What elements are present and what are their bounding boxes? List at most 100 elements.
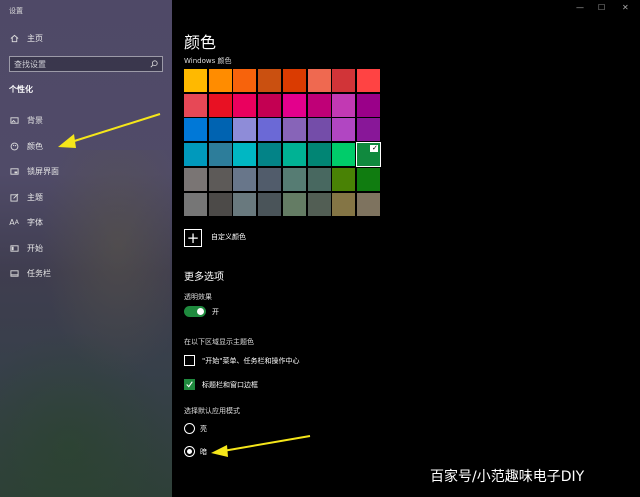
- start-taskbar-label[interactable]: "开始"菜单、任务栏和操作中心: [202, 356, 299, 366]
- color-swatch[interactable]: [282, 143, 306, 167]
- color-swatch[interactable]: [184, 69, 207, 92]
- sidebar-item-colors[interactable]: 颜色: [9, 141, 43, 152]
- watermark: 百家号/小范趣味电子DIY: [430, 469, 585, 485]
- color-swatch[interactable]: [307, 192, 331, 216]
- color-swatch[interactable]: [208, 93, 232, 117]
- home-icon: [9, 34, 19, 44]
- start-icon: [9, 244, 19, 254]
- color-swatch[interactable]: [356, 93, 380, 117]
- sidebar-item-label: 主题: [27, 193, 43, 202]
- color-swatch[interactable]: [356, 69, 380, 92]
- color-swatch[interactable]: [282, 69, 306, 92]
- color-swatch[interactable]: [307, 69, 331, 92]
- start-taskbar-checkbox[interactable]: [184, 355, 195, 366]
- sidebar-item-fonts[interactable]: AA 字体: [9, 217, 43, 228]
- color-swatch[interactable]: [208, 118, 232, 142]
- color-swatch[interactable]: [184, 192, 207, 216]
- color-swatch[interactable]: [282, 192, 306, 216]
- color-swatch[interactable]: [356, 192, 380, 216]
- lock-screen-icon: [9, 167, 19, 177]
- color-swatch[interactable]: [332, 93, 356, 117]
- color-swatch[interactable]: [258, 69, 282, 92]
- page-title: 颜色: [184, 33, 217, 52]
- color-swatch[interactable]: [184, 118, 207, 142]
- custom-color-label[interactable]: 自定义颜色: [211, 232, 246, 242]
- sidebar-item-lock-screen[interactable]: 锁屏界面: [9, 166, 59, 177]
- transparency-state: 开: [212, 308, 219, 316]
- color-swatch[interactable]: [233, 167, 257, 191]
- titlebar-checkbox[interactable]: [184, 379, 195, 390]
- color-swatch[interactable]: [356, 167, 380, 191]
- window-title: 设置: [9, 7, 23, 15]
- annotation-arrow: [211, 435, 311, 457]
- color-swatch[interactable]: [184, 93, 207, 117]
- color-swatch[interactable]: [258, 167, 282, 191]
- dark-mode-radio[interactable]: [184, 446, 195, 457]
- color-swatch[interactable]: [233, 93, 257, 117]
- color-swatch[interactable]: [332, 167, 356, 191]
- transparency-toggle[interactable]: [184, 306, 206, 317]
- check-icon: [186, 381, 193, 388]
- nav-home[interactable]: 主页: [9, 33, 43, 44]
- light-mode-radio[interactable]: [184, 423, 195, 434]
- plus-icon: +: [186, 228, 200, 247]
- color-swatch[interactable]: [208, 143, 232, 167]
- sidebar-item-background[interactable]: 背景: [9, 115, 43, 126]
- color-swatch[interactable]: [332, 118, 356, 142]
- color-swatch[interactable]: [233, 118, 257, 142]
- color-swatch[interactable]: [332, 143, 356, 167]
- color-swatch[interactable]: [307, 143, 331, 167]
- sidebar-item-taskbar[interactable]: 任务栏: [9, 268, 51, 279]
- sidebar: 设置 主页 查找设置 个性化 背景 颜色 锁屏界面 主题 AA 字体 开始 任务…: [0, 0, 172, 497]
- search-icon: [150, 60, 158, 68]
- color-swatch[interactable]: [184, 143, 207, 167]
- color-swatch[interactable]: [208, 69, 232, 92]
- sidebar-item-start[interactable]: 开始: [9, 243, 43, 254]
- custom-color-button[interactable]: +: [184, 229, 202, 247]
- color-swatch[interactable]: [307, 118, 331, 142]
- maximize-button[interactable]: ☐: [598, 3, 605, 12]
- color-swatch[interactable]: [233, 192, 257, 216]
- color-swatch[interactable]: [282, 93, 306, 117]
- color-swatch[interactable]: ✓: [355, 142, 381, 168]
- color-swatch[interactable]: [258, 192, 282, 216]
- sidebar-item-label: 任务栏: [27, 269, 51, 278]
- sidebar-item-themes[interactable]: 主题: [9, 192, 43, 203]
- sidebar-item-label: 锁屏界面: [27, 167, 59, 176]
- search-placeholder: 查找设置: [14, 60, 46, 69]
- font-icon: AA: [9, 218, 19, 227]
- image-icon: [9, 116, 19, 126]
- color-swatch[interactable]: [282, 118, 306, 142]
- color-swatch[interactable]: [233, 69, 257, 92]
- check-icon: ✓: [372, 144, 378, 153]
- background-blur: [0, 330, 172, 497]
- app-mode-label: 选择默认应用模式: [184, 407, 240, 415]
- close-button[interactable]: ✕: [622, 3, 629, 12]
- sidebar-item-label: 字体: [27, 218, 43, 227]
- search-input[interactable]: 查找设置: [9, 56, 163, 72]
- color-swatch[interactable]: [258, 93, 282, 117]
- taskbar-icon: [9, 269, 19, 279]
- color-swatch[interactable]: [307, 93, 331, 117]
- color-swatch[interactable]: [184, 167, 207, 191]
- accent-surfaces-label: 在以下区域显示主题色: [184, 338, 254, 346]
- color-swatch[interactable]: [208, 167, 232, 191]
- nav-home-label: 主页: [27, 34, 43, 43]
- color-swatch[interactable]: [258, 143, 282, 167]
- more-options-heading: 更多选项: [184, 272, 224, 283]
- color-swatch[interactable]: [208, 192, 232, 216]
- color-swatch[interactable]: [332, 192, 356, 216]
- titlebar-label[interactable]: 标题栏和窗口边框: [202, 380, 258, 390]
- color-swatch[interactable]: [282, 167, 306, 191]
- color-swatch[interactable]: [356, 118, 380, 142]
- minimize-button[interactable]: —: [576, 3, 584, 12]
- color-swatch[interactable]: [332, 69, 356, 92]
- color-swatch[interactable]: [307, 167, 331, 191]
- main-panel: — ☐ ✕ 颜色 Windows 颜色 ✓ + 自定义颜色 更多选项 透明效果 …: [172, 0, 640, 497]
- windows-colors-label: Windows 颜色: [184, 57, 232, 65]
- color-swatch[interactable]: [258, 118, 282, 142]
- annotation-arrow: [58, 113, 161, 148]
- transparency-label: 透明效果: [184, 293, 212, 301]
- palette-icon: [9, 142, 19, 152]
- color-swatch[interactable]: [233, 143, 257, 167]
